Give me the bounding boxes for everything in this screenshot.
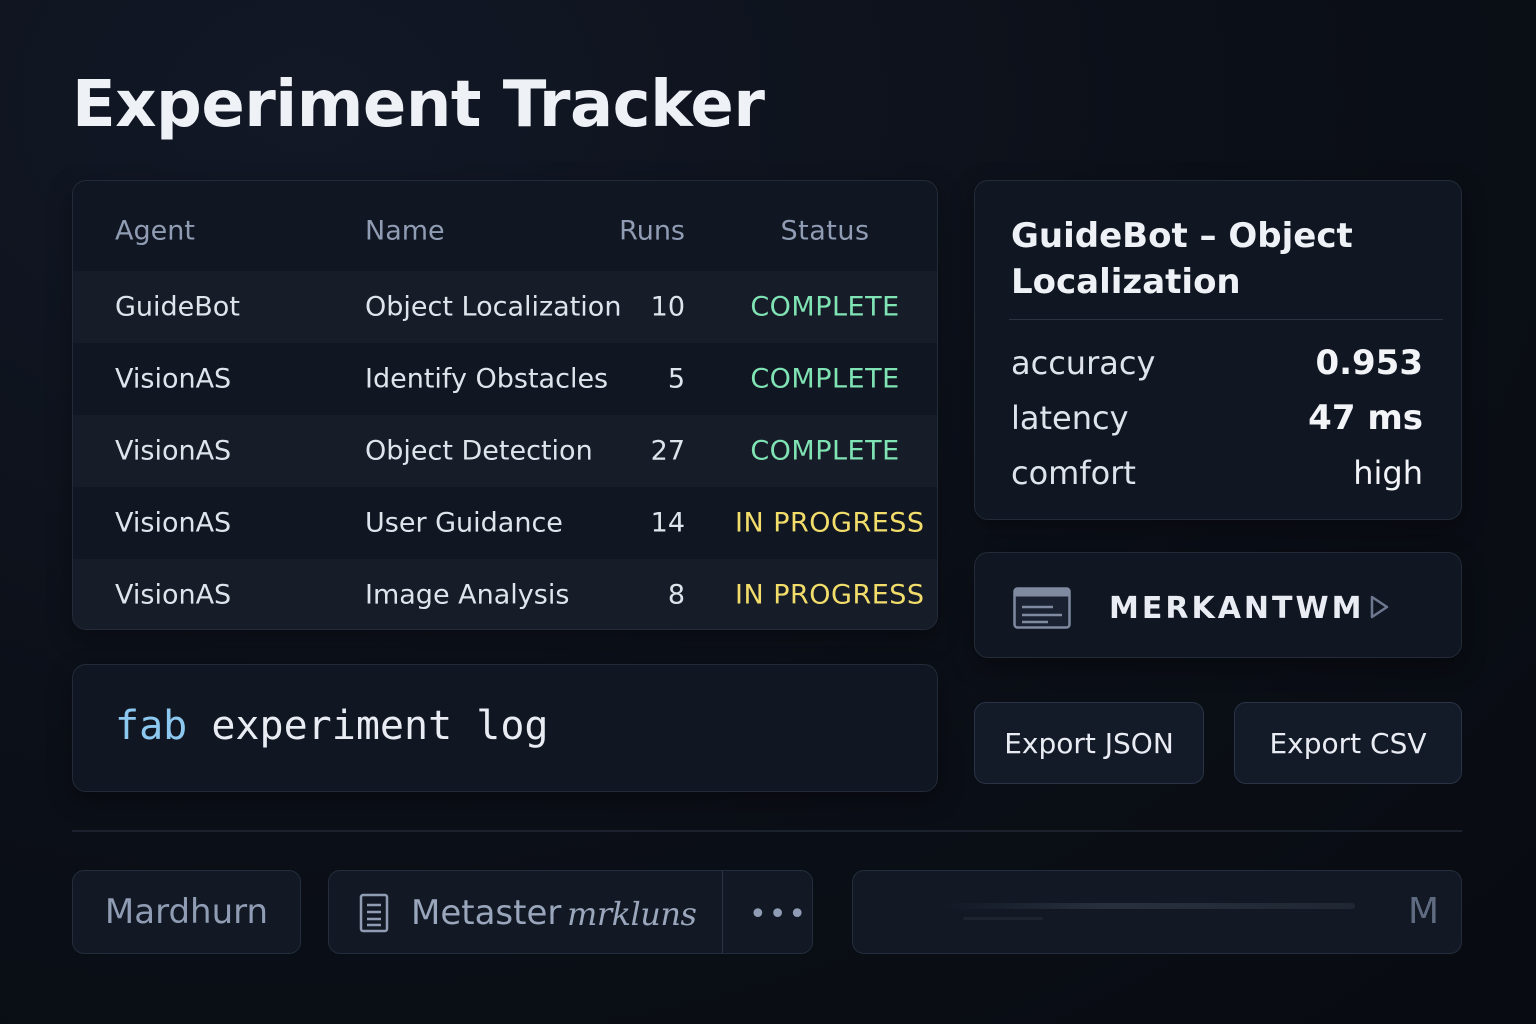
bottom-tab-mardhurn[interactable]: Mardhurn [72, 870, 301, 954]
metric-value: high [1353, 454, 1423, 492]
tab-label: Metaster [411, 893, 562, 933]
column-header-status[interactable]: Status [735, 216, 915, 247]
name-cell: Object Localization [365, 291, 622, 323]
name-cell: User Guidance [365, 507, 563, 539]
column-header-name[interactable]: Name [365, 216, 445, 247]
progress-track [943, 903, 1355, 909]
name-cell: Image Analysis [365, 579, 570, 611]
name-cell: Identify Obstacles [365, 363, 609, 395]
metric-value: 0.953 [1315, 343, 1423, 383]
runs-cell: 8 [667, 579, 685, 611]
table-row[interactable]: VisionAS Image Analysis 8 IN PROGRESS [73, 559, 937, 629]
column-header-runs[interactable]: Runs [619, 216, 685, 247]
status-badge: IN PROGRESS [735, 579, 925, 611]
metric-comfort: comfort high [1011, 448, 1423, 498]
command-text: fab experiment log [115, 703, 549, 749]
table-row[interactable]: VisionAS Identify Obstacles 5 COMPLETE [73, 343, 937, 415]
runs-cell: 10 [650, 291, 685, 323]
status-badge: IN PROGRESS [735, 507, 925, 539]
play-icon[interactable] [1369, 595, 1389, 619]
bar-letter: M [1407, 891, 1439, 932]
progress-track-secondary [963, 917, 1043, 920]
brand-launcher[interactable]: MERKANTWM [974, 552, 1462, 658]
experiment-detail-card: GuideBot – Object Localization accuracy … [974, 180, 1462, 520]
divider [72, 830, 1462, 832]
agent-cell: VisionAS [115, 579, 232, 611]
metric-latency: latency 47 ms [1011, 393, 1423, 443]
table-row[interactable]: VisionAS Object Detection 27 COMPLETE [73, 415, 937, 487]
detail-title: GuideBot – Object Localization [1011, 216, 1353, 302]
runs-cell: 27 [650, 435, 685, 467]
metric-value: 47 ms [1308, 398, 1423, 438]
status-badge: COMPLETE [750, 363, 900, 395]
metric-label: comfort [1011, 454, 1136, 492]
agent-cell: VisionAS [115, 363, 232, 395]
divider [722, 871, 723, 953]
agent-cell: GuideBot [115, 291, 240, 323]
metric-accuracy: accuracy 0.953 [1011, 338, 1423, 388]
bottom-input-bar[interactable]: M [852, 870, 1462, 954]
runs-cell: 14 [650, 507, 685, 539]
brand-name: MERKANTWM [1109, 591, 1365, 626]
status-badge: COMPLETE [750, 435, 900, 467]
document-card-icon [1013, 587, 1071, 629]
export-json-button[interactable]: Export JSON [974, 702, 1204, 784]
agent-cell: VisionAS [115, 435, 232, 467]
agent-cell: VisionAS [115, 507, 232, 539]
column-header-agent[interactable]: Agent [115, 216, 195, 247]
table-row[interactable]: VisionAS User Guidance 14 IN PROGRESS [73, 487, 937, 559]
command-args: experiment log [211, 703, 549, 749]
runs-cell: 5 [667, 363, 685, 395]
experiments-table: Agent Name Runs Status GuideBot Object L… [72, 180, 938, 630]
page: Experiment Tracker Agent Name Runs Statu… [0, 0, 1536, 1024]
table-header: Agent Name Runs Status [73, 191, 937, 271]
bottom-tab-metaster[interactable]: Metaster mrkluns ••• [328, 870, 813, 954]
name-cell: Object Detection [365, 435, 593, 467]
export-csv-button[interactable]: Export CSV [1234, 702, 1462, 784]
command-keyword: fab [115, 703, 188, 749]
divider [1009, 319, 1443, 320]
metric-label: accuracy [1011, 344, 1156, 382]
document-icon [359, 893, 389, 933]
status-badge: COMPLETE [750, 291, 900, 323]
table-row[interactable]: GuideBot Object Localization 10 COMPLETE [73, 271, 937, 343]
metric-label: latency [1011, 399, 1129, 437]
page-title: Experiment Tracker [72, 68, 765, 142]
command-panel[interactable]: fab experiment log [72, 664, 938, 792]
more-icon[interactable]: ••• [749, 897, 808, 932]
tab-label-script: mrkluns [567, 895, 697, 933]
